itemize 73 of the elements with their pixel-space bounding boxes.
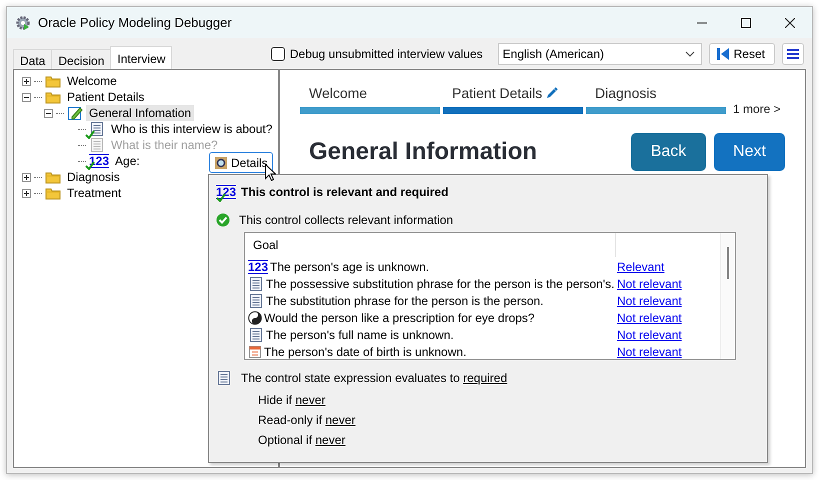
goal-text: The possessive substitution phrase for the person is the person's. xyxy=(266,276,614,290)
condition-text: Optional if never xyxy=(258,433,346,447)
goal-text: Would the person like a prescription for eye drops? xyxy=(264,310,535,324)
value-link[interactable]: never xyxy=(295,393,326,407)
pencil-icon xyxy=(546,87,558,99)
checkbox-label: Debug unsubmitted interview values xyxy=(290,46,483,60)
status-link[interactable]: Relevant xyxy=(617,260,664,274)
checkbox[interactable] xyxy=(270,46,285,60)
expand-icon[interactable] xyxy=(22,188,31,198)
window-title: Oracle Policy Modeling Debugger xyxy=(38,15,233,30)
value-link[interactable]: required xyxy=(463,371,508,385)
folder-icon xyxy=(45,170,61,184)
condition-text: Hide if never xyxy=(258,393,326,407)
stage-label[interactable]: Patient Details xyxy=(452,85,542,101)
folder-icon xyxy=(45,74,61,88)
form-icon xyxy=(67,105,83,121)
stage-label[interactable]: Diagnosis xyxy=(595,85,656,101)
goal-text: The substitution phrase for the person is the person. xyxy=(266,294,544,308)
status-link[interactable]: Not relevant xyxy=(617,344,682,358)
goal-text: The person's full name is unknown. xyxy=(266,328,454,342)
column-header: Goal xyxy=(248,233,616,257)
goal-text: The person's date of birth is unknown. xyxy=(264,344,466,358)
check-circle-icon xyxy=(216,213,230,227)
list-icon xyxy=(89,137,105,153)
expression-text: The control state expression evaluates to required xyxy=(241,371,508,385)
gear-icon xyxy=(15,14,31,30)
magnifier-icon xyxy=(214,156,228,170)
language-dropdown[interactable]: English (American) xyxy=(498,42,702,64)
list-icon xyxy=(248,326,264,342)
tree-item[interactable]: Who is this interview is about? xyxy=(108,121,276,137)
value-link[interactable]: never xyxy=(325,413,356,427)
status-link[interactable]: Not relevant xyxy=(617,310,682,324)
dropdown-value: English (American) xyxy=(502,46,604,60)
close-icon[interactable] xyxy=(785,18,795,28)
tab[interactable]: Interview xyxy=(110,46,172,69)
collapse-icon[interactable] xyxy=(44,108,53,118)
more-link[interactable]: 1 more > xyxy=(733,102,781,116)
tree-item[interactable]: Age: xyxy=(112,153,143,169)
stage-label[interactable]: Welcome xyxy=(309,85,368,101)
condition-text: Read-only if never xyxy=(258,413,356,427)
page-heading: General Information xyxy=(309,138,538,166)
reset-button[interactable]: Reset xyxy=(708,42,775,64)
status-text: This control collects relevant information xyxy=(239,213,454,227)
expand-icon[interactable] xyxy=(22,76,31,86)
details-button[interactable]: Details xyxy=(209,152,273,173)
rewind-icon xyxy=(716,46,730,60)
expand-icon[interactable] xyxy=(22,172,31,182)
list-icon xyxy=(248,292,264,308)
tree-item[interactable]: Patient Details xyxy=(64,89,148,105)
status-link[interactable]: Not relevant xyxy=(617,294,682,308)
maximize-icon[interactable] xyxy=(741,18,751,28)
folder-icon xyxy=(45,186,61,200)
collapse-icon[interactable] xyxy=(22,92,31,102)
tree-item[interactable]: Treatment xyxy=(64,185,124,201)
goal-text: The person's age is unknown. xyxy=(270,260,430,274)
value-link[interactable]: never xyxy=(315,433,346,447)
tree-item[interactable]: Diagnosis xyxy=(64,169,123,185)
folder-icon xyxy=(45,90,61,104)
list-icon xyxy=(89,121,105,137)
status-link[interactable]: Not relevant xyxy=(617,276,682,290)
back-button[interactable]: Back xyxy=(631,133,706,171)
list-icon xyxy=(216,370,232,386)
status-link[interactable]: Not relevant xyxy=(617,328,682,342)
tree-item[interactable]: General Infomation xyxy=(86,105,194,121)
yin-yang-icon xyxy=(248,310,262,324)
tab[interactable]: Data xyxy=(13,49,52,69)
menu-button[interactable] xyxy=(782,42,804,64)
popup-title: This control is relevant and required xyxy=(241,185,448,199)
next-button[interactable]: Next xyxy=(714,133,785,171)
tree-item[interactable]: Welcome xyxy=(64,73,120,89)
menu-icon xyxy=(786,48,800,60)
chevron-down-icon xyxy=(684,50,695,56)
list-icon xyxy=(248,276,264,292)
